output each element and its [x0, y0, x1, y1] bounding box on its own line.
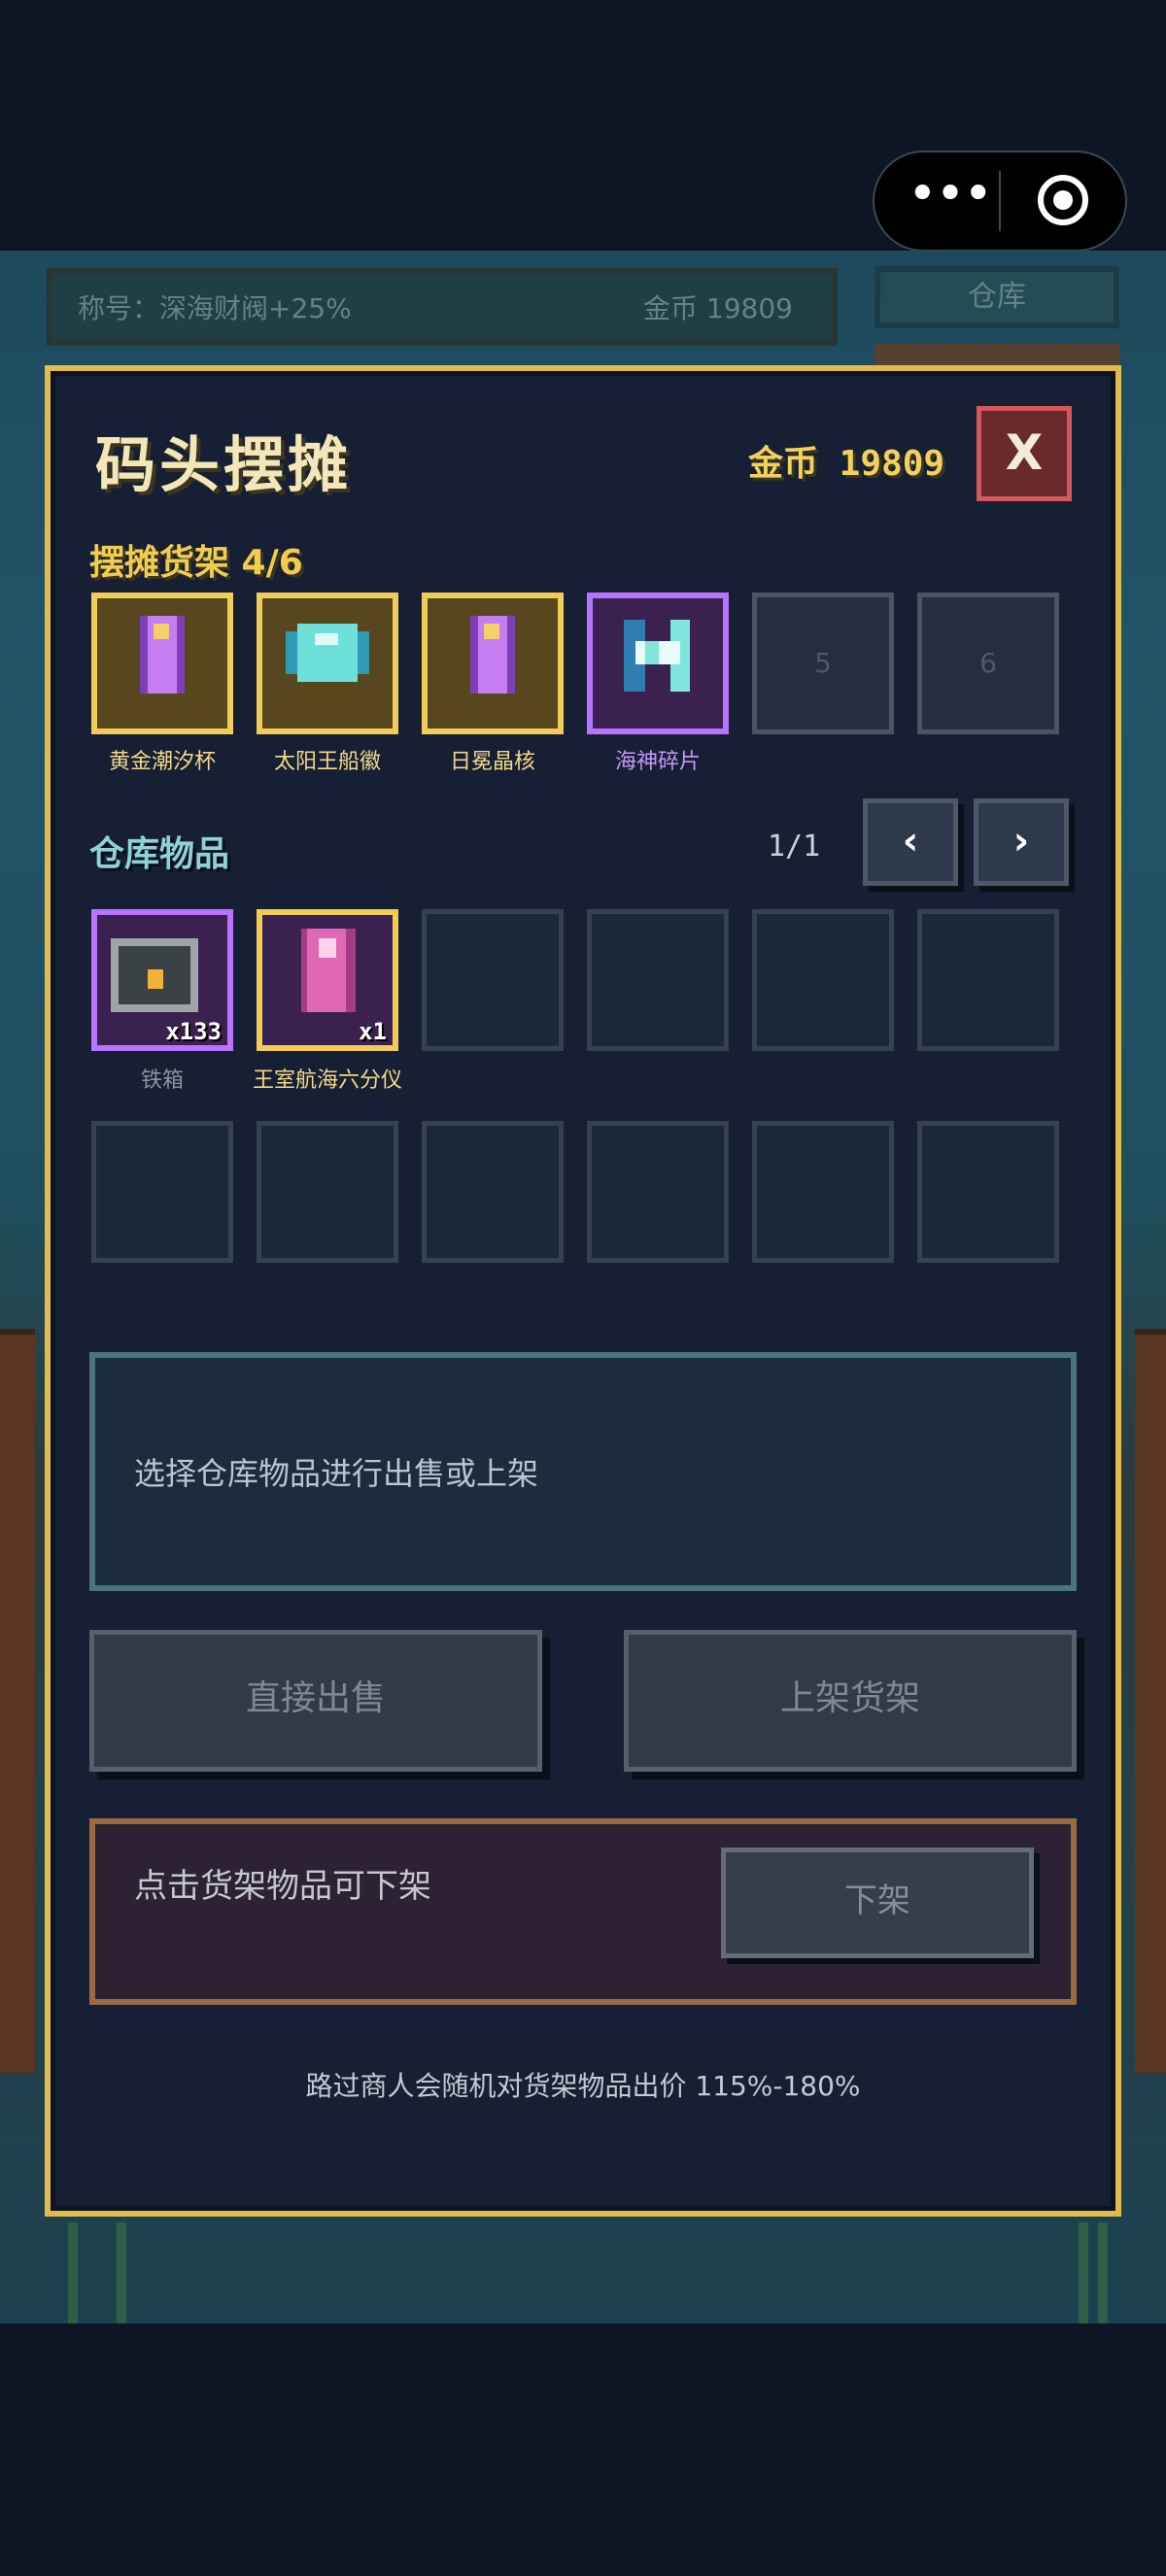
shelf-slot-1[interactable]	[91, 593, 233, 734]
capsule-divider	[999, 171, 1001, 231]
merchant-offer-note: 路过商人会随机对货架物品出价 115%-180%	[305, 2070, 861, 2102]
warehouse-item-name: 铁箱	[140, 1068, 184, 1093]
shelf-item-name: 黄金潮汐杯	[108, 750, 216, 774]
corona-crystal-core-icon	[470, 616, 515, 694]
close-button[interactable]: X	[977, 406, 1072, 501]
next-page-button[interactable]: ›	[974, 798, 1069, 886]
warehouse-slot-empty[interactable]	[752, 909, 894, 1051]
shelf-slot-3[interactable]	[422, 593, 564, 734]
close-miniprogram-icon[interactable]	[1038, 175, 1088, 225]
warehouse-slot-1[interactable]: x133	[91, 909, 233, 1051]
shelf-section-label: 摆摊货架 4/6	[89, 543, 303, 583]
shelf-item-name: 海神碎片	[614, 750, 701, 774]
page-indicator: 1/1	[768, 830, 821, 864]
mooring-post	[1079, 2222, 1088, 2323]
warehouse-slot-empty[interactable]	[587, 1121, 729, 1263]
unlist-hint: 点击货架物品可下架	[134, 1867, 431, 1906]
shelf-slot-5[interactable]: 5	[752, 593, 894, 734]
unlist-button[interactable]: 下架	[721, 1847, 1034, 1958]
right-pier	[1135, 1329, 1166, 2073]
warehouse-slot-empty[interactable]	[917, 909, 1059, 1051]
item-quantity: x1	[359, 1018, 387, 1045]
background-warehouse-button: 仓库	[874, 266, 1119, 328]
gold-balance: 金币 19809	[748, 444, 945, 484]
shelf-slot-4[interactable]	[587, 593, 729, 734]
prev-page-button[interactable]: ‹	[863, 798, 958, 886]
bottom-area	[0, 2323, 1166, 2576]
mooring-post	[117, 2222, 126, 2323]
left-pier	[0, 1329, 35, 2073]
warehouse-item-name: 王室航海六分仪	[252, 1068, 402, 1093]
panel-title: 码头摆摊	[95, 429, 353, 500]
item-quantity: x133	[165, 1018, 222, 1045]
sun-king-ship-emblem-icon	[286, 624, 369, 682]
mooring-post	[68, 2222, 78, 2323]
shelf-slot-2[interactable]	[257, 593, 398, 734]
sea-god-fragment-icon	[624, 620, 690, 692]
golden-tide-cup-icon	[140, 616, 185, 694]
warehouse-slot-2[interactable]: x1	[257, 909, 398, 1051]
item-info-text: 选择仓库物品进行出售或上架	[134, 1455, 539, 1492]
shelf-slot-6[interactable]: 6	[917, 593, 1059, 734]
warehouse-slot-empty[interactable]	[917, 1121, 1059, 1263]
shelf-item-name: 太阳王船徽	[273, 750, 381, 774]
warehouse-slot-empty[interactable]	[422, 909, 564, 1051]
background-hud-title: 称号：深海财阀+25%	[78, 292, 352, 324]
warehouse-slot-empty[interactable]	[587, 909, 729, 1051]
mooring-post	[1098, 2222, 1108, 2323]
warehouse-section-label: 仓库物品	[89, 834, 230, 874]
shelf-item-name: 日冕晶核	[449, 750, 535, 774]
background-hud-gold: 金币 19809	[643, 292, 793, 324]
list-on-shelf-button[interactable]: 上架货架	[624, 1630, 1077, 1772]
warehouse-slot-empty[interactable]	[91, 1121, 233, 1263]
warehouse-slot-empty[interactable]	[257, 1121, 398, 1263]
warehouse-slot-empty[interactable]	[752, 1121, 894, 1263]
sell-directly-button[interactable]: 直接出售	[89, 1630, 542, 1772]
warehouse-slot-empty[interactable]	[422, 1121, 564, 1263]
more-icon[interactable]: •••	[908, 169, 993, 227]
